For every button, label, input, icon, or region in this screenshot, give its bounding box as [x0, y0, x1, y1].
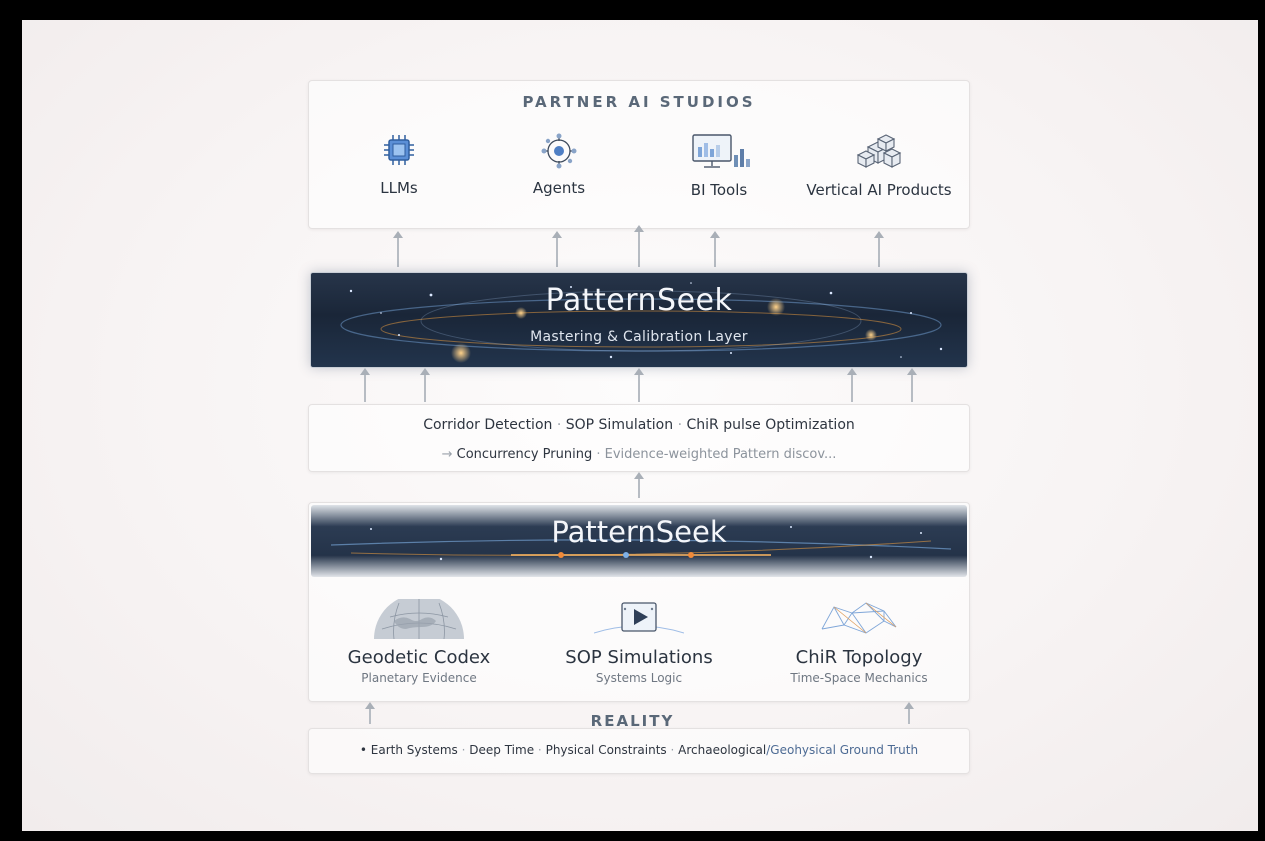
- methods-line-2: → Concurrency Pruning · Evidence-weighte…: [309, 447, 969, 462]
- separator-dot: ·: [677, 417, 683, 433]
- studio-llms: LLMs: [319, 133, 479, 197]
- reality-deep-time: Deep Time: [469, 743, 535, 757]
- play-screen-icon: [594, 602, 684, 634]
- reality-earth-systems: Earth Systems: [370, 743, 458, 757]
- pillar-geodetic-codex: Geodetic Codex Planetary Evidence: [319, 599, 519, 685]
- studio-vertical-ai: Vertical AI Products: [799, 133, 959, 199]
- reality-archaeological: Archaeological: [678, 743, 767, 757]
- pillar-sub-chir: Time-Space Mechanics: [790, 671, 928, 685]
- studio-bi-tools: BI Tools: [639, 133, 799, 199]
- foundation-panel: PatternSeek Geodetic Codex Planetary Evi…: [308, 502, 970, 702]
- flow-arrow: [552, 231, 562, 267]
- method-evidence-weighted: Evidence-weighted Pattern discov...: [604, 447, 837, 462]
- method-corridor-detection: Corridor Detection: [423, 417, 553, 433]
- pillar-chir-topology: ChiR Topology Time-Space Mechanics: [759, 599, 959, 685]
- method-chir-pulse: ChiR pulse Optimization: [686, 417, 855, 433]
- separator-dot: ·: [556, 417, 562, 433]
- pillar-sub-sop: Systems Logic: [595, 671, 683, 685]
- flow-arrow: [360, 368, 370, 402]
- flow-arrow: [634, 225, 644, 267]
- cubes-icon: [856, 134, 902, 168]
- pillar-sub-geodetic: Planetary Evidence: [361, 671, 477, 685]
- agent-network-icon: [541, 133, 577, 169]
- reality-line: • Earth Systems · Deep Time · Physical C…: [359, 743, 919, 757]
- mastering-title: PatternSeek: [545, 283, 733, 318]
- separator-dot: ·: [596, 447, 601, 462]
- studio-label-agents: Agents: [532, 179, 586, 197]
- pillar-title-geodetic: Geodetic Codex: [347, 647, 491, 668]
- foundation-title: PatternSeek: [551, 515, 727, 549]
- method-concurrency-pruning: Concurrency Pruning: [456, 447, 593, 462]
- chip-icon: [384, 135, 414, 165]
- bullet: •: [359, 743, 367, 757]
- method-sop-simulation: SOP Simulation: [565, 417, 674, 433]
- studio-agents: Agents: [479, 133, 639, 197]
- mastering-subtitle: Mastering & Calibration Layer: [530, 329, 748, 345]
- topology-mesh-icon: [821, 602, 897, 634]
- partner-ai-studios-panel: PARTNER AI STUDIOS LLMs Agents BI Tools …: [308, 80, 970, 229]
- reality-panel: • Earth Systems · Deep Time · Physical C…: [308, 728, 970, 774]
- reality-physical-constraints: Physical Constraints: [545, 743, 667, 757]
- dashboard-monitor-icon: [692, 134, 750, 168]
- pillar-title-chir: ChiR Topology: [795, 647, 923, 668]
- flow-arrow: [420, 368, 430, 402]
- mastering-calibration-band: PatternSeek Mastering & Calibration Laye…: [310, 272, 968, 368]
- reality-geophysical: Geohysical Ground Truth: [770, 743, 919, 757]
- flow-arrow: [634, 472, 644, 498]
- pillar-sop-simulations: SOP Simulations Systems Logic: [539, 599, 739, 685]
- studio-label-bi-tools: BI Tools: [690, 181, 748, 199]
- methods-line-1: Corridor Detection · SOP Simulation · Ch…: [309, 417, 969, 433]
- flow-arrow: [847, 368, 857, 402]
- studio-label-vertical-ai: Vertical AI Products: [806, 181, 952, 199]
- methods-panel: Corridor Detection · SOP Simulation · Ch…: [308, 404, 970, 472]
- pillar-title-sop: SOP Simulations: [565, 647, 713, 668]
- studio-label-llms: LLMs: [380, 179, 418, 197]
- flow-arrow: [907, 368, 917, 402]
- patternseek-foundation-band: PatternSeek: [311, 505, 967, 577]
- globe-icon: [374, 599, 464, 639]
- flow-arrow: [634, 368, 644, 402]
- arrow-right-icon: →: [441, 447, 453, 462]
- flow-arrow: [710, 231, 720, 267]
- flow-arrow: [393, 231, 403, 267]
- flow-arrow: [874, 231, 884, 267]
- partner-panel-title: PARTNER AI STUDIOS: [522, 93, 756, 111]
